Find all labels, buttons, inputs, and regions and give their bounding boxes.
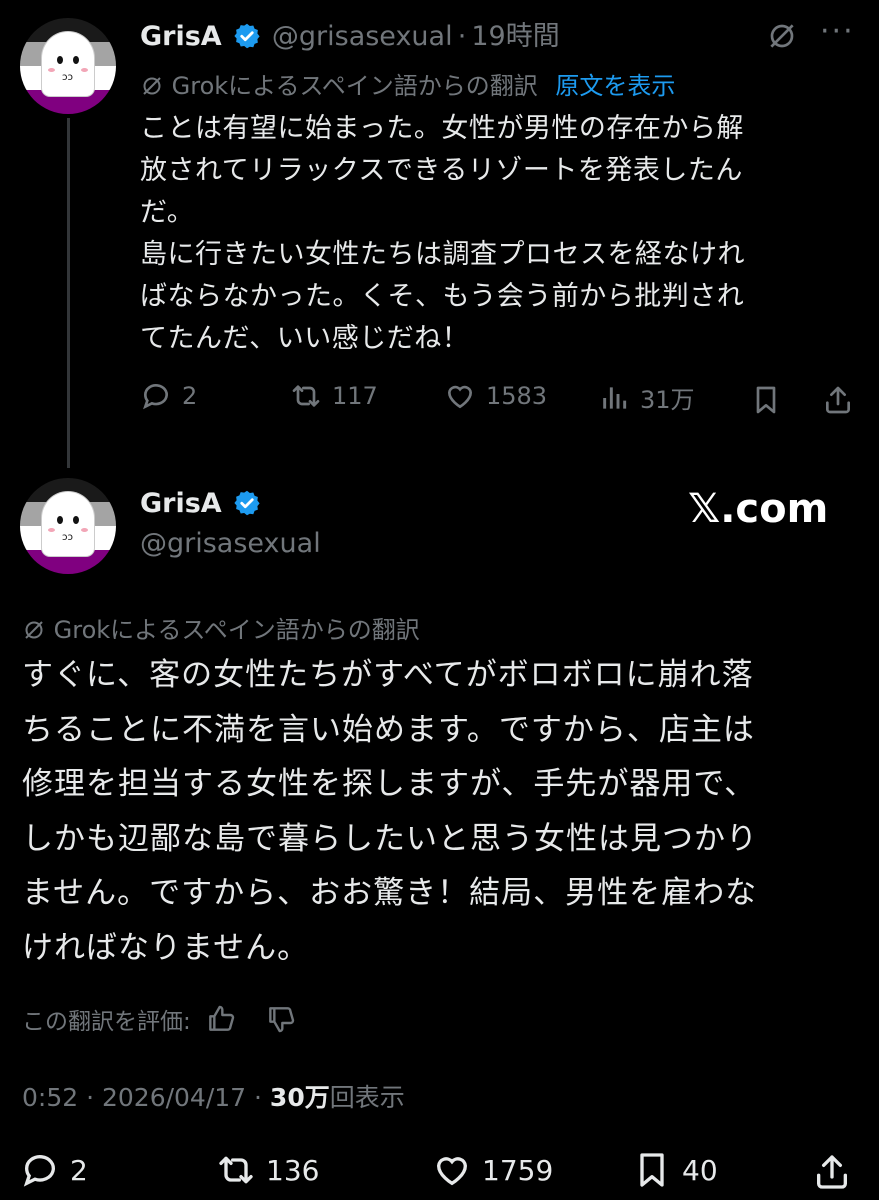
display-name[interactable]: GrisA [140,488,222,519]
text-line: しかも辺鄙な島で暮らしたいと思う女性は見つかり [22,820,758,857]
translation-note: Grokによるスペイン語からの翻訳 [53,616,420,644]
rate-translation-row: この翻訳を評価: [22,1002,297,1036]
repost-icon [219,1156,253,1184]
like-button[interactable]: 1759 [432,1150,553,1190]
text-line: 放されてリラックスできるリゾートを発表したん [140,155,743,186]
text-line: てたんだ、いい感じだね！ [140,323,470,354]
handle[interactable]: @grisasexual [272,21,453,52]
bookmark-icon[interactable] [750,384,782,416]
tweet1-actions: 2 117 1583 31万 [140,380,860,424]
bookmark-count: 40 [682,1153,718,1187]
share-icon[interactable] [822,384,854,416]
views-total: 30万 [269,1083,330,1112]
like-icon [436,1157,468,1186]
thumbs-up-icon[interactable] [205,1003,237,1035]
tweet1-body: ことは有望に始まった。女性が男性の存在から解 放されてリラックスできるリゾートを… [140,108,840,360]
repost-count: 136 [266,1153,320,1187]
xcom-watermark: 𝕏.com [688,486,829,532]
text-line: 島に行きたい女性たちは調査プロセスを経なけれ [140,239,745,270]
avatar[interactable]: ɔɔ [20,478,116,574]
like-count: 1583 [486,382,548,410]
like-icon [447,385,473,409]
relative-time[interactable]: 19時間 [471,21,559,52]
separator: · [457,21,467,52]
grok-icon [143,77,161,95]
thumbs-down-icon[interactable] [265,1003,297,1035]
text-line: ちることに不満を言い始めます。ですから、店主は [22,711,755,748]
thread-connector [67,118,70,468]
timestamp[interactable]: 0:52 · 2026/04/17 · [22,1083,270,1112]
avatar[interactable]: ɔɔ [20,18,116,114]
views-count: 31万 [640,386,695,414]
rate-translation-label: この翻訳を評価: [22,1009,191,1035]
grok-icon [25,621,43,639]
display-name[interactable]: GrisA [140,21,222,52]
tweet2-actions: 2 136 1759 40 [20,1146,860,1200]
views-icon [603,386,627,409]
reply-count: 2 [182,382,198,410]
text-line: すぐに、客の女性たちがすべてがボロボロに崩れ落 [22,657,754,693]
ghost-avatar-image: ɔɔ [42,32,94,96]
reply-icon [143,384,168,410]
grok-icon[interactable] [766,20,798,52]
bookmark-icon [640,1153,664,1187]
translation-note-row: Grokによるスペイン語からの翻訳 原文を表示 [140,66,675,101]
more-icon[interactable]: ··· [820,14,855,49]
share-icon[interactable] [812,1152,852,1192]
repost-button[interactable]: 136 [216,1150,319,1190]
reply-icon [23,1155,55,1187]
repost-count: 117 [332,382,378,410]
ghost-avatar-image: ɔɔ [42,492,94,556]
translation-note-row: Grokによるスペイン語からの翻訳 [22,610,420,645]
tweet2-name-row: GrisA [140,488,261,519]
handle[interactable]: @grisasexual [140,528,321,559]
like-count: 1759 [482,1153,554,1187]
text-line: ことは有望に始まった。女性が男性の存在から解 [140,113,744,144]
text-line: 修理を担当する女性を探しますが、手先が器用で、 [22,766,757,802]
tweet2-body: すぐに、客の女性たちがすべてがボロボロに崩れ落 ちることに不満を言い始めます。で… [22,648,862,975]
repost-button[interactable]: 117 [290,380,378,412]
text-line: ばならなかった。くそ、もう会う前から批判され [140,281,745,312]
reply-count: 2 [70,1153,88,1187]
timestamp-row: 0:52 · 2026/04/17 · 30万回表示 [22,1078,405,1114]
text-line: ければなりません。 [22,929,310,966]
tweet1-header: GrisA @grisasexual · 19時間 [140,14,560,53]
reply-button[interactable]: 2 [20,1150,88,1190]
like-button[interactable]: 1583 [444,380,547,412]
views-label: 回表示 [329,1083,405,1112]
repost-icon [292,385,320,407]
views-button[interactable]: 31万 [598,380,695,415]
text-line: ません。ですから、おお驚き！結局、男性を雇わな [22,875,758,911]
bookmark-button[interactable]: 40 [632,1150,718,1190]
verified-icon [234,23,260,49]
text-line: だ。 [140,197,195,228]
translation-note: Grokによるスペイン語からの翻訳 [171,72,538,100]
reply-button[interactable]: 2 [140,380,197,412]
show-original-link[interactable]: 原文を表示 [555,72,675,100]
verified-icon [234,490,260,516]
